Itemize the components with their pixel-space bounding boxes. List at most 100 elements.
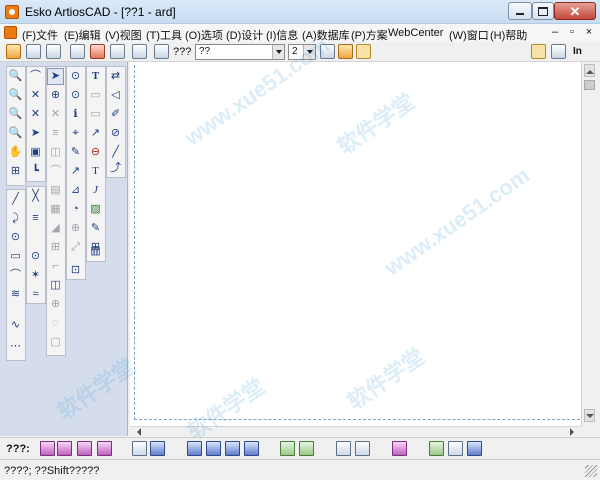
text-frame-icon[interactable]: ▭ xyxy=(87,106,104,123)
menu-view[interactable]: (V)视图 xyxy=(105,27,142,43)
wave-icon[interactable]: ≈ xyxy=(27,286,44,303)
select-window-icon[interactable] xyxy=(206,441,221,456)
dimension-horizontal-icon[interactable]: ⇄ xyxy=(107,68,124,85)
barcode-icon[interactable]: ▥ xyxy=(87,243,104,260)
menu-file[interactable]: (F)文件 xyxy=(22,27,58,43)
menu-database[interactable]: (A)数据库 xyxy=(302,27,350,43)
mirror-icon[interactable]: ▤ xyxy=(47,182,64,199)
text-tool-icon[interactable]: T xyxy=(87,68,104,85)
select-group-icon[interactable] xyxy=(150,441,165,456)
layer-select-icon[interactable] xyxy=(320,44,335,59)
direction-toggle-icon[interactable] xyxy=(531,44,546,59)
joint-icon[interactable]: ⌐ xyxy=(47,258,64,275)
select-layer-icon[interactable] xyxy=(244,441,259,456)
pan-hand-icon[interactable]: ✋ xyxy=(7,144,24,161)
menu-help[interactable]: (H)帮助 xyxy=(490,27,527,43)
3d-view-icon[interactable] xyxy=(110,44,125,59)
layer-combo[interactable]: ?? xyxy=(195,44,285,60)
minimize-button[interactable] xyxy=(508,2,532,20)
menu-info[interactable]: (I)信息 xyxy=(266,27,298,43)
select-all-icon[interactable] xyxy=(225,441,240,456)
line-tool-icon[interactable]: ╱ xyxy=(7,191,24,208)
corner-icon[interactable]: ┗ xyxy=(27,163,44,180)
no-entry-icon[interactable]: ⊖ xyxy=(87,144,104,161)
scroll-down-button[interactable] xyxy=(584,409,595,422)
measure-icon[interactable]: ⊕ xyxy=(67,220,84,237)
menu-tools[interactable]: (T)工具 xyxy=(146,27,182,43)
select-path-icon[interactable] xyxy=(187,441,202,456)
mdi-minimize-button[interactable]: – xyxy=(549,26,561,39)
view-grid-icon[interactable]: ⊞ xyxy=(7,163,24,180)
fillet-tool-icon[interactable]: ⌒ xyxy=(7,267,24,284)
stack-icon[interactable]: ≡ xyxy=(47,125,64,142)
scale-icon[interactable]: ◢ xyxy=(47,220,64,237)
home-icon[interactable] xyxy=(26,44,41,59)
frame-icon[interactable]: ▢ xyxy=(47,334,64,351)
maximize-button[interactable] xyxy=(532,2,554,20)
snap-icon[interactable]: ⊙ xyxy=(67,87,84,104)
menu-design[interactable]: (D)设计 xyxy=(226,27,263,43)
delete-icon[interactable]: ✕ xyxy=(47,106,64,123)
array-icon[interactable]: ▦ xyxy=(47,201,64,218)
menu-options[interactable]: (O)选项 xyxy=(185,27,223,43)
info-icon[interactable]: ℹ xyxy=(67,106,84,123)
document-icon[interactable] xyxy=(4,26,17,39)
menu-webcenter[interactable]: WebCenter xyxy=(388,27,443,39)
trim-arc-icon[interactable]: ⌒ xyxy=(27,68,44,85)
circle-tool-icon[interactable]: ⊙ xyxy=(7,229,24,246)
bounding-box-icon[interactable]: ⊡ xyxy=(67,262,84,279)
layer-toggle-icon[interactable] xyxy=(356,44,371,59)
vector-icon[interactable]: ↗ xyxy=(67,163,84,180)
center-point-icon[interactable]: ⊙ xyxy=(27,248,44,265)
horizontal-line-icon[interactable] xyxy=(448,441,463,456)
vertical-scrollbar[interactable] xyxy=(581,62,597,426)
select-mode-icon[interactable] xyxy=(132,441,147,456)
cross-line-icon[interactable]: ╳ xyxy=(27,188,44,205)
erase-icon[interactable]: ◌ xyxy=(47,315,64,332)
copy-icon[interactable]: ◫ xyxy=(47,144,64,161)
perforation-tool-icon[interactable]: ≋ xyxy=(7,286,24,303)
leader-arrow-icon[interactable]: ↗ xyxy=(87,125,104,142)
select-arrow-icon[interactable]: ➤ xyxy=(47,68,64,85)
zoom-all-icon[interactable]: 🔍 xyxy=(7,125,24,142)
scroll-thumb[interactable] xyxy=(584,80,595,90)
stretch-icon[interactable]: ⤢ xyxy=(67,239,84,256)
rotate-icon[interactable]: ⌒ xyxy=(47,163,64,180)
hatch-icon[interactable]: ≡ xyxy=(27,210,44,227)
rectangle-tool-icon[interactable]: ▭ xyxy=(7,248,24,265)
mdi-restore-button[interactable]: ▫ xyxy=(566,26,578,39)
open-folder-icon[interactable] xyxy=(6,44,21,59)
edit-segment-icon[interactable] xyxy=(355,441,370,456)
print-icon[interactable] xyxy=(70,44,85,59)
fill-pattern-icon[interactable]: ▨ xyxy=(87,201,104,218)
horizontal-scrollbar[interactable] xyxy=(130,426,581,437)
view-mode-3-icon[interactable] xyxy=(77,441,92,456)
edit-curve-icon[interactable] xyxy=(336,441,351,456)
scroll-up-button[interactable] xyxy=(584,64,595,77)
menu-window[interactable]: (W)窗口 xyxy=(449,27,489,43)
menu-edit[interactable]: (E)编辑 xyxy=(64,27,101,43)
angle-icon[interactable]: ⊿ xyxy=(67,182,84,199)
dimension-edit-icon[interactable]: ✐ xyxy=(107,106,124,123)
mdi-close-button[interactable]: × xyxy=(583,26,595,39)
move-icon[interactable]: ⊕ xyxy=(47,296,64,313)
resize-grip-icon[interactable] xyxy=(585,465,597,477)
point-info-icon[interactable]: ⊙ xyxy=(67,68,84,85)
layers-icon[interactable] xyxy=(132,44,147,59)
chevron-left-icon[interactable] xyxy=(133,428,141,436)
select-connected-icon[interactable]: ⊕ xyxy=(47,87,64,104)
unit-indicator[interactable]: In xyxy=(573,46,582,57)
view-mode-4-icon[interactable] xyxy=(97,441,112,456)
dimension-leader-icon[interactable]: ⤴ xyxy=(107,160,124,177)
extend-icon[interactable]: ➤ xyxy=(27,125,44,142)
zoom-window-icon[interactable]: 🔍 xyxy=(7,106,24,123)
menu-scheme[interactable]: (P)方案 xyxy=(351,27,388,43)
dotted-line-tool-icon[interactable]: ⋯ xyxy=(7,338,24,355)
target-icon[interactable]: ⌖ xyxy=(67,125,84,142)
globe-icon[interactable]: ◫ xyxy=(47,277,64,294)
layer-stack-icon[interactable] xyxy=(154,44,169,59)
stamp-icon[interactable] xyxy=(429,441,444,456)
map-icon[interactable] xyxy=(551,44,566,59)
annotate-icon[interactable]: ✎ xyxy=(87,220,104,237)
cut-icon[interactable]: ✕ xyxy=(27,87,44,104)
